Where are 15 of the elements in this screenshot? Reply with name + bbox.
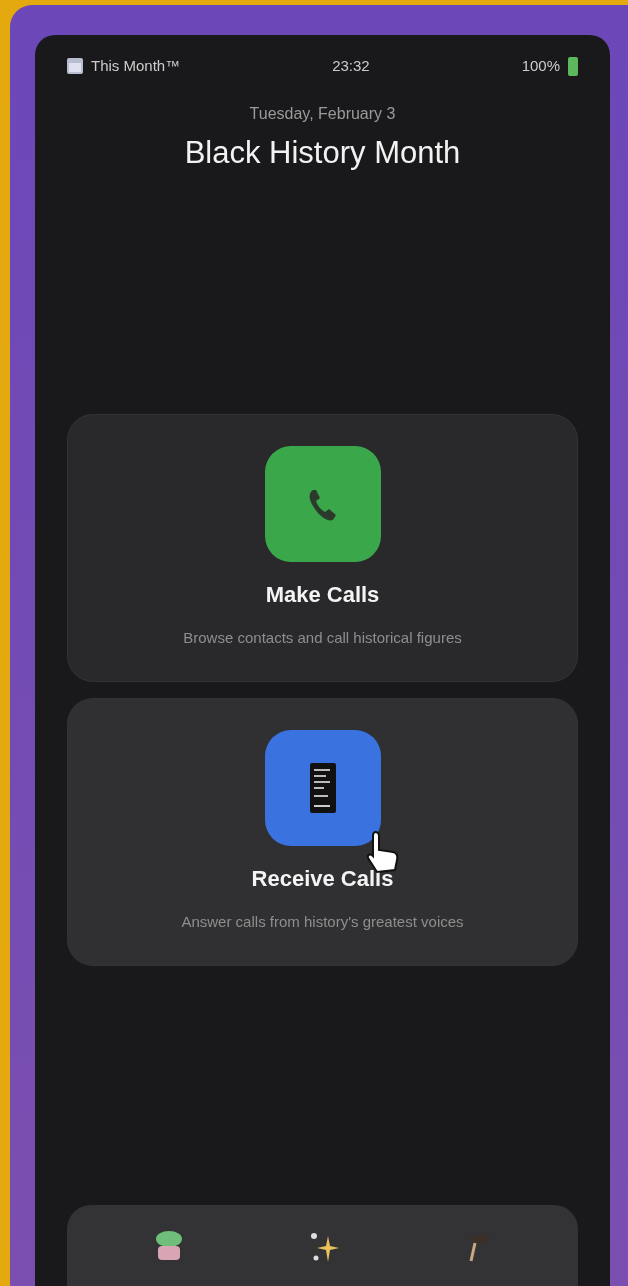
app-label: This Month™ <box>91 56 181 76</box>
battery-icon <box>568 56 578 77</box>
calendar-icon <box>67 58 83 75</box>
card-title: Make Calls <box>265 581 380 610</box>
card-title: Receive Calls <box>251 865 394 894</box>
battery-percent: 100% <box>521 56 560 76</box>
app-tile[interactable] <box>264 446 381 563</box>
option-card[interactable]: Make Calls Browse contacts and call historical figures <box>67 414 578 682</box>
card-description: Browse contacts and call historical figures <box>183 628 462 649</box>
clock-time: 23:32 <box>332 56 370 76</box>
card-description: Answer calls from history's greatest voices <box>181 912 464 933</box>
option-card[interactable]: Receive Calls Answer calls from history's greatest voices <box>67 698 578 966</box>
date-text: Tuesday, February 3 <box>248 103 397 124</box>
tablet-icon <box>307 761 338 816</box>
page-title: Black History Month <box>183 133 462 172</box>
